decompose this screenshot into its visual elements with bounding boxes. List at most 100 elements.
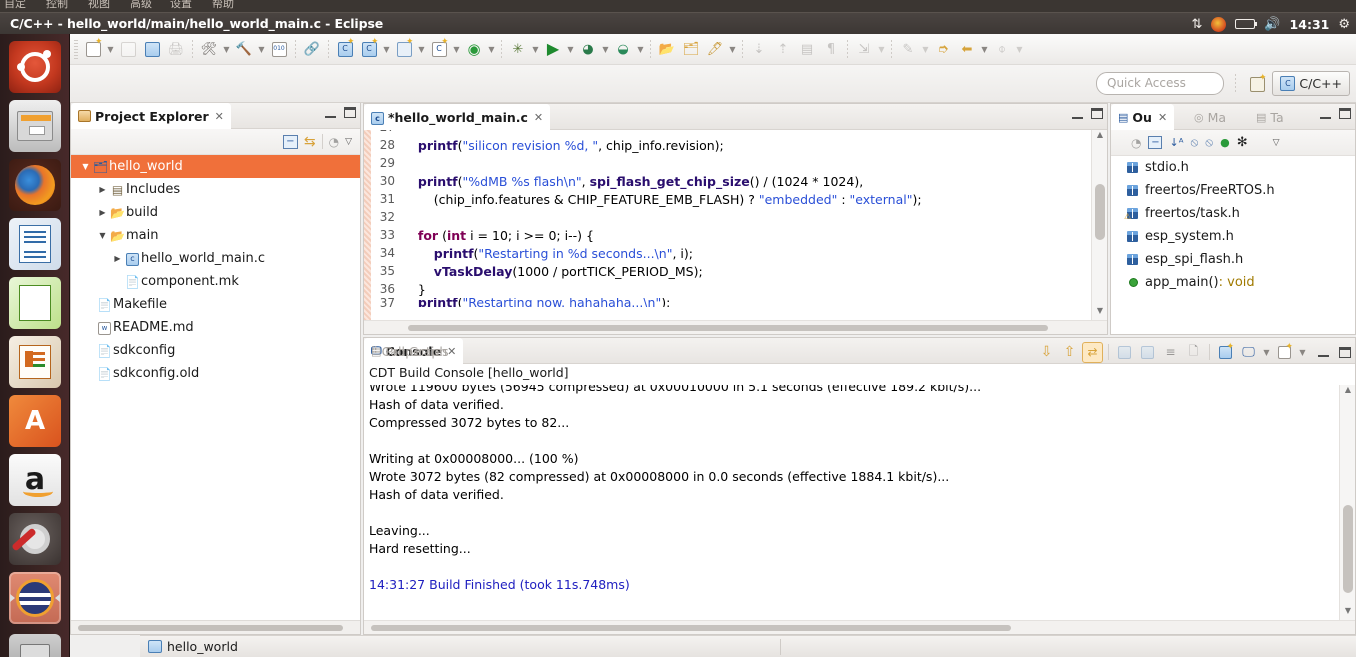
search-pencil-icon[interactable]: 🖊: [704, 38, 726, 60]
lock-icon[interactable]: [1137, 342, 1158, 363]
next-annotation-icon[interactable]: ⇣: [748, 38, 770, 60]
new-file-icon[interactable]: [82, 38, 104, 60]
code-line[interactable]: 34 printf("Restarting in %d seconds...\n…: [371, 244, 1091, 262]
editor-vscrollbar[interactable]: ▲ ▼: [1091, 130, 1107, 320]
code-line[interactable]: 35 vTaskDelay(1000 / portTICK_PERIOD_MS)…: [371, 262, 1091, 280]
outline-item-esp_spi_flash-h[interactable]: esp_spi_flash.h: [1111, 248, 1355, 271]
save-all-icon[interactable]: [141, 38, 163, 60]
minimize-icon[interactable]: [1072, 109, 1083, 119]
toolbar-grip[interactable]: [74, 39, 78, 59]
back-dropdown-arrow-icon[interactable]: ▼: [979, 38, 990, 60]
clear-console-icon[interactable]: [1114, 342, 1135, 363]
tab-task-list[interactable]: ▤ Ta: [1249, 104, 1291, 130]
maximize-icon[interactable]: [1339, 108, 1351, 119]
twisty-down-icon[interactable]: ▼: [96, 231, 109, 240]
tree-row-Makefile[interactable]: 📄 Makefile: [71, 293, 360, 316]
tree-row-component-mk[interactable]: 📄 component.mk: [71, 270, 360, 293]
tab-make-target[interactable]: ◎ Ma: [1187, 104, 1233, 130]
launcher-libreoffice-impress[interactable]: [9, 336, 61, 388]
new-class-dropdown-arrow-icon[interactable]: ▼: [381, 38, 392, 60]
debug-bug-icon[interactable]: ✳: [507, 38, 529, 60]
outline-item-app_main[interactable]: app_main() : void: [1111, 271, 1355, 294]
green-new-dropdown-arrow-icon[interactable]: ▼: [486, 38, 497, 60]
volume-icon[interactable]: 🔊: [1264, 18, 1280, 31]
twisty-down-icon[interactable]: ▼: [79, 162, 92, 171]
mark-occurrences-dropdown-arrow-icon[interactable]: ▼: [876, 38, 887, 60]
menu-item-0[interactable]: 自定: [4, 0, 26, 10]
menu-item-4[interactable]: 设置: [170, 0, 192, 10]
save-icon[interactable]: [117, 38, 139, 60]
remove-console-icon[interactable]: 🗋: [1183, 342, 1204, 363]
launcher-firefox[interactable]: [9, 159, 61, 211]
outline-item-freertos-FreeRTOS-h[interactable]: freertos/FreeRTOS.h: [1111, 179, 1355, 202]
c-project-icon[interactable]: C: [334, 38, 356, 60]
maximize-icon[interactable]: [344, 107, 356, 118]
quick-access-input[interactable]: Quick Access: [1096, 72, 1224, 95]
block-selection-icon[interactable]: ▤: [796, 38, 818, 60]
hammer-icon[interactable]: 🔨: [233, 38, 255, 60]
scroll-up-arrow-icon[interactable]: ▲: [1092, 130, 1107, 144]
tree-row-build[interactable]: ▶ 📂 build: [71, 201, 360, 224]
minimize-icon[interactable]: [1318, 347, 1329, 357]
launcher-amazon[interactable]: a: [9, 454, 61, 506]
focus-task-icon[interactable]: ◔: [1131, 136, 1141, 150]
console-output[interactable]: Writing at 0x00030000... (100 %) Wrote 1…: [366, 385, 1339, 620]
profile-dropdown-arrow-icon[interactable]: ▼: [635, 38, 646, 60]
c-source-dropdown-arrow-icon[interactable]: ▼: [451, 38, 462, 60]
clock[interactable]: 14:31: [1290, 17, 1330, 32]
green-new-icon[interactable]: ◉: [463, 38, 485, 60]
open-console-dropdown-arrow-icon[interactable]: ▼: [1297, 341, 1308, 363]
run-dropdown-arrow-icon[interactable]: ▼: [565, 38, 576, 60]
pin-icon[interactable]: ⌽: [991, 38, 1013, 60]
editor-body[interactable]: 27 28 printf("silicon revision %d, ", ch…: [364, 130, 1107, 334]
tree-row-sdkconfig[interactable]: 📄 sdkconfig: [71, 339, 360, 362]
scroll-thumb[interactable]: [1095, 184, 1105, 240]
app-indicator-icon[interactable]: [1211, 16, 1227, 32]
menu-item-2[interactable]: 视图: [88, 0, 110, 10]
new-file-dropdown-arrow-icon[interactable]: ▼: [105, 38, 116, 60]
twisty-right-icon[interactable]: ▶: [111, 254, 124, 263]
editor-hscrollbar[interactable]: [364, 320, 1107, 334]
hide-macros-icon[interactable]: ✻: [1237, 135, 1248, 150]
outline-item-freertos-task-h[interactable]: ⚠ freertos/task.h: [1111, 202, 1355, 225]
back-arrow-icon[interactable]: ⬅: [956, 38, 978, 60]
menu-item-1[interactable]: 控制: [46, 0, 68, 10]
scroll-thumb[interactable]: [78, 625, 343, 631]
hide-nonpublic-icon[interactable]: ⦸: [1190, 135, 1198, 150]
word-wrap-icon[interactable]: ¶: [820, 38, 842, 60]
outline-list[interactable]: stdio.h freertos/FreeRTOS.h ⚠ freertos/t…: [1111, 156, 1355, 334]
scroll-lock-icon[interactable]: ⇄: [1082, 341, 1103, 363]
external-tools-icon[interactable]: ◕: [577, 38, 599, 60]
collapse-all-icon[interactable]: −: [1148, 136, 1163, 149]
search-dropdown-arrow-icon[interactable]: ▼: [727, 38, 738, 60]
launcher-trash[interactable]: [9, 634, 61, 657]
code-line[interactable]: 32: [371, 208, 1091, 226]
minimize-icon[interactable]: [1320, 109, 1331, 119]
maximize-icon[interactable]: [1339, 346, 1351, 358]
build-all-icon[interactable]: 🛠: [198, 38, 220, 60]
focus-task-icon[interactable]: ◔: [329, 135, 339, 149]
last-edit-dropdown-arrow-icon[interactable]: ▼: [920, 38, 931, 60]
power-gear-icon[interactable]: ⚙: [1338, 18, 1350, 31]
network-updown-icon[interactable]: ⇅: [1191, 18, 1202, 31]
launcher-files[interactable]: [9, 100, 61, 152]
last-edit-icon[interactable]: ✎: [897, 38, 919, 60]
tab-outline[interactable]: ▤ Ou ✕: [1111, 104, 1175, 130]
print-icon[interactable]: 🖨: [165, 38, 187, 60]
tree-row-hello_world[interactable]: ▼ 🗂 hello_world: [71, 155, 360, 178]
pin-dropdown-arrow-icon[interactable]: ▼: [1014, 38, 1025, 60]
external-tools-dropdown-arrow-icon[interactable]: ▼: [600, 38, 611, 60]
twisty-right-icon[interactable]: ▶: [96, 185, 109, 194]
code-line[interactable]: 36 }: [371, 280, 1091, 298]
c-source-icon[interactable]: C: [428, 38, 450, 60]
build-all-dropdown-arrow-icon[interactable]: ▼: [221, 38, 232, 60]
console-vscrollbar[interactable]: ▲ ▼: [1339, 385, 1355, 620]
wordwrap-icon[interactable]: ≡: [1160, 342, 1181, 363]
build-dropdown-arrow-icon[interactable]: ▼: [256, 38, 267, 60]
code-line[interactable]: 37 printf("Restarting now. hahahaha...\n…: [371, 298, 1091, 307]
launcher-libreoffice-writer[interactable]: [9, 218, 61, 270]
menu-item-3[interactable]: 高级: [130, 0, 152, 10]
run-play-icon[interactable]: ▶: [542, 38, 564, 60]
pin-console-icon[interactable]: [1215, 342, 1236, 363]
code-line[interactable]: 29: [371, 154, 1091, 172]
